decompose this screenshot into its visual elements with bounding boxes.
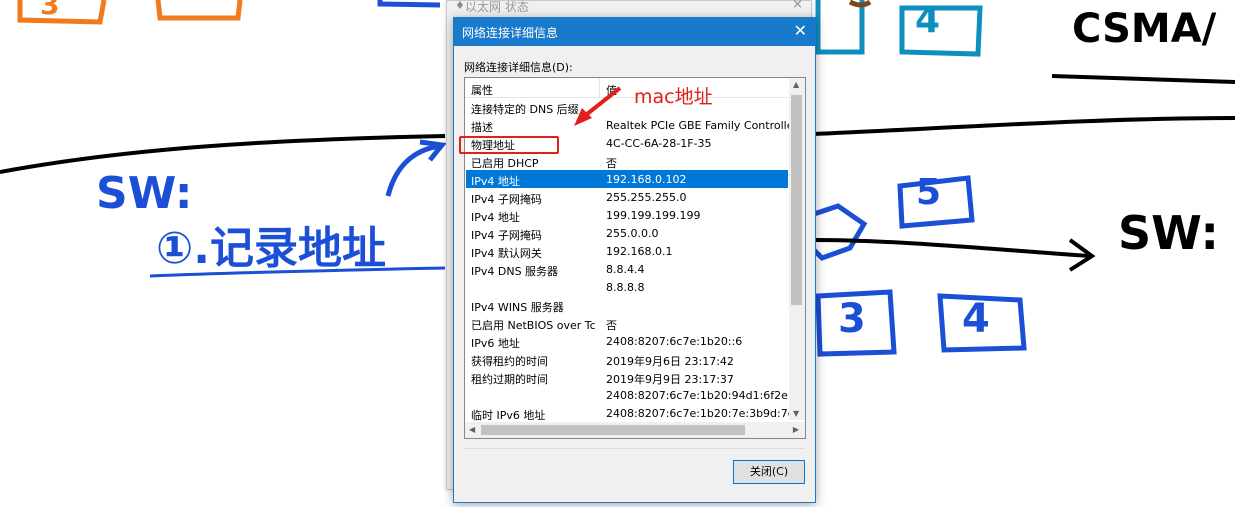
orange-box-1 <box>17 0 107 25</box>
orange-box-2 <box>155 0 243 21</box>
property-cell: 租约过期的时间 <box>471 373 548 386</box>
value-cell: 2408:8207:6c7e:1b20:94d1:6f2e:2bcf: <box>606 389 806 402</box>
column-header-property[interactable]: 属性 <box>471 82 493 98</box>
table-row[interactable]: 租约过期的时间 2019年9月9日 23:17:37 <box>466 368 788 386</box>
value-cell: 255.0.0.0 <box>606 227 659 240</box>
table-row[interactable]: 8.8.8.8 <box>466 278 788 296</box>
table-row[interactable]: 2408:8207:6c7e:1b20:94d1:6f2e:2bcf: <box>466 386 805 404</box>
table-row[interactable]: IPv4 DNS 服务器 8.8.4.4 <box>466 260 788 278</box>
dialog-titlebar: 网络连接详细信息 ✕ <box>454 18 815 46</box>
ethernet-status-title: 以太网 状态 <box>465 0 529 14</box>
scroll-right-arrow-icon[interactable]: ▶ <box>793 425 799 434</box>
property-cell: IPv4 WINS 服务器 <box>471 301 564 314</box>
handwriting-number-4-top: 4 <box>915 0 941 41</box>
handwriting-record-address: ①.记录地址 <box>156 223 386 274</box>
details-list-label: 网络连接详细信息(D): <box>464 61 573 74</box>
vertical-scroll-thumb[interactable] <box>791 95 802 305</box>
dialog-divider <box>464 448 804 449</box>
vertical-scrollbar[interactable]: ▲ ▼ <box>789 78 805 420</box>
close-button[interactable]: 关闭(C) <box>733 460 805 484</box>
horizontal-scrollbar[interactable]: ◀ ▶ <box>465 422 805 438</box>
horizontal-scroll-thumb[interactable] <box>481 425 745 435</box>
value-cell: 2408:8207:6c7e:1b20::6 <box>606 335 743 348</box>
table-row[interactable]: IPv4 子网掩码 255.255.255.0 <box>466 188 788 206</box>
details-listview[interactable]: 属性 值 连接特定的 DNS 后缀 描述 Realtek PCIe GBE Fami… <box>464 77 806 439</box>
value-cell: 4C-CC-6A-28-1F-35 <box>606 137 712 150</box>
property-cell: 已启用 DHCP <box>471 157 539 170</box>
teal-box-top-1 <box>815 0 865 55</box>
value-cell: 否 <box>606 319 617 332</box>
value-cell: 8.8.4.4 <box>606 263 645 276</box>
table-row[interactable]: IPv4 子网掩码 255.0.0.0 <box>466 224 788 242</box>
red-arrow-icon <box>574 86 622 126</box>
value-cell: 199.199.199.199 <box>606 209 701 222</box>
table-row[interactable]: 临时 IPv6 地址 2408:8207:6c7e:1b20:7e:3b9d:7c… <box>466 404 805 422</box>
value-cell: 否 <box>606 157 617 170</box>
table-row[interactable]: 已启用 DHCP 否 <box>466 152 788 170</box>
handwriting-number-3-top: 3 <box>40 0 60 21</box>
table-row[interactable]: IPv4 地址 199.199.199.199 <box>466 206 788 224</box>
value-cell: Realtek PCIe GBE Family Controller <box>606 119 799 132</box>
value-cell: 192.168.0.102 <box>606 173 687 186</box>
table-row[interactable]: IPv6 地址 2408:8207:6c7e:1b20::6 <box>466 332 788 350</box>
handwriting-number-5: 5 <box>916 172 942 213</box>
scroll-down-arrow-icon[interactable]: ▼ <box>793 409 799 418</box>
value-cell: 2019年9月6日 23:17:42 <box>606 355 734 368</box>
table-row[interactable]: 获得租约的时间 2019年9月6日 23:17:42 <box>466 350 788 368</box>
property-cell: IPv4 子网掩码 <box>471 193 542 206</box>
property-cell: IPv4 地址 <box>471 211 520 224</box>
close-icon[interactable]: ✕ <box>794 21 807 40</box>
network-icon: ♦ <box>455 0 465 12</box>
property-cell: IPv4 地址 <box>471 175 520 188</box>
table-row[interactable]: IPv4 默认网关 192.168.0.1 <box>466 242 788 260</box>
handwriting-csma: CSMA/ <box>1072 6 1217 52</box>
ethernet-status-close-button[interactable]: × <box>792 0 803 12</box>
mac-address-annotation: mac地址 <box>634 86 713 108</box>
property-cell: 描述 <box>471 121 493 134</box>
property-cell: IPv4 子网掩码 <box>471 229 542 242</box>
scroll-up-arrow-icon[interactable]: ▲ <box>793 80 799 89</box>
value-cell: 192.168.0.1 <box>606 245 673 258</box>
divider-stroke <box>0 134 446 174</box>
handwriting-number-4: 4 <box>962 296 990 342</box>
table-row[interactable]: IPv4 地址 192.168.0.102 <box>466 170 788 188</box>
handwriting-number-3: 3 <box>838 296 866 342</box>
arrow-to-sw <box>813 238 1091 258</box>
handwriting-sw-right: SW: <box>1118 206 1219 260</box>
property-cell: 连接特定的 DNS 后缀 <box>471 103 579 116</box>
scroll-left-arrow-icon[interactable]: ◀ <box>469 425 475 434</box>
value-cell: 2019年9月9日 23:17:37 <box>606 373 734 386</box>
value-cell: 255.255.255.0 <box>606 191 687 204</box>
property-cell: IPv4 默认网关 <box>471 247 542 260</box>
property-cell: 获得租约的时间 <box>471 355 548 368</box>
property-cell: 已启用 NetBIOS over Tc <box>471 319 596 332</box>
value-cell: 8.8.8.8 <box>606 281 645 294</box>
value-cell: 2408:8207:6c7e:1b20:7e:3b9d:7cbe:b <box>606 407 806 420</box>
table-row[interactable]: 已启用 NetBIOS over Tc 否 <box>466 314 788 332</box>
property-cell: IPv6 地址 <box>471 337 520 350</box>
teal-box-top-2 <box>899 5 983 57</box>
table-row[interactable]: IPv4 WINS 服务器 <box>466 296 788 314</box>
mac-address-highlight-box <box>459 136 559 154</box>
property-cell: IPv4 DNS 服务器 <box>471 265 559 278</box>
dialog-title: 网络连接详细信息 <box>462 26 559 40</box>
property-cell: 临时 IPv6 地址 <box>471 409 546 422</box>
